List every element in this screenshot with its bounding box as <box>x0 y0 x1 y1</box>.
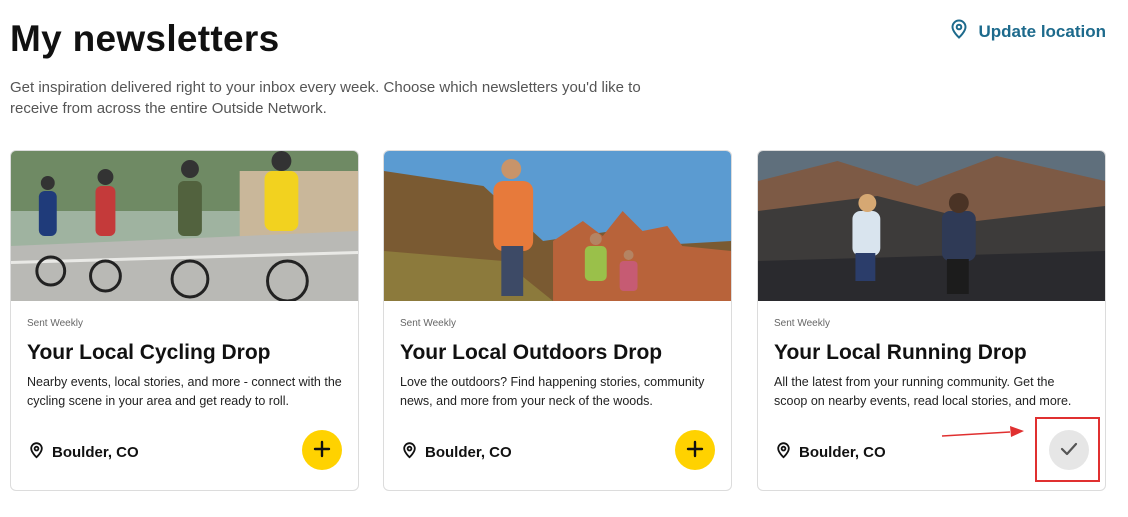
card-location: Boulder, CO <box>29 442 139 463</box>
card-location-label: Boulder, CO <box>425 444 512 461</box>
intro-text: Get inspiration delivered right to your … <box>10 79 641 117</box>
card-description: Love the outdoors? Find happening storie… <box>400 375 705 408</box>
map-pin-icon <box>776 442 791 463</box>
page-title: My newsletters <box>10 18 280 59</box>
map-pin-icon <box>950 19 968 44</box>
card-title: Your Local Cycling Drop <box>27 341 271 364</box>
outdoors-image <box>384 151 731 301</box>
subscribe-button[interactable] <box>675 430 715 470</box>
newsletter-card-outdoors: Sent Weekly Your Local Outdoors Drop Lov… <box>383 150 732 491</box>
card-location-label: Boulder, CO <box>52 444 139 461</box>
frequency-label: Sent Weekly <box>774 318 830 329</box>
subscribe-button[interactable] <box>302 430 342 470</box>
card-location-label: Boulder, CO <box>799 444 886 461</box>
card-title: Your Local Running Drop <box>774 341 1027 364</box>
map-pin-icon <box>29 442 44 463</box>
card-location: Boulder, CO <box>402 442 512 463</box>
annotation-highlight-box <box>1035 417 1100 482</box>
plus-icon <box>313 440 331 461</box>
plus-icon <box>686 440 704 461</box>
cycling-image <box>11 151 358 301</box>
update-location-label: Update location <box>978 21 1106 41</box>
update-location-link[interactable]: Update location <box>950 19 1106 44</box>
newsletter-card-cycling: Sent Weekly Your Local Cycling Drop Near… <box>10 150 359 491</box>
card-description: Nearby events, local stories, and more -… <box>27 375 342 408</box>
frequency-label: Sent Weekly <box>27 318 83 329</box>
card-description: All the latest from your running communi… <box>774 375 1072 408</box>
map-pin-icon <box>402 442 417 463</box>
annotation-arrow <box>941 426 1024 437</box>
running-image <box>758 151 1105 301</box>
frequency-label: Sent Weekly <box>400 318 456 329</box>
card-location: Boulder, CO <box>776 442 886 463</box>
card-title: Your Local Outdoors Drop <box>400 341 663 364</box>
